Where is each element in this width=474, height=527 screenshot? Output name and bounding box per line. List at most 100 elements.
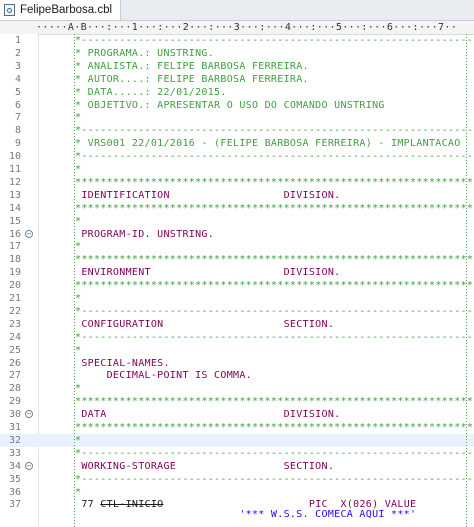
- code-line[interactable]: 35 *-------------------------------------…: [0, 473, 474, 486]
- code-line[interactable]: 6 * OBJETIVO.: APRESENTAR O USO DO COMAND…: [0, 99, 474, 112]
- line-number: 17: [8, 241, 21, 253]
- code-line[interactable]: 18 **************************************…: [0, 253, 474, 266]
- line-content: ****************************************…: [75, 202, 474, 214]
- line-number: 1: [14, 35, 21, 46]
- code-line[interactable]: 17 *: [0, 240, 474, 253]
- line-number: 23: [8, 318, 21, 330]
- line-content: * DATA.....: 22/01/2015.: [75, 86, 227, 98]
- line-number: 10: [8, 151, 21, 163]
- code-line[interactable]: 24 *-------------------------------------…: [0, 331, 474, 344]
- line-content: *: [75, 486, 82, 498]
- code-line[interactable]: 4 * AUTOR....: FELIPE BARBOSA FERREIRA.: [0, 73, 474, 86]
- line-content: *---------------------------------------…: [75, 447, 474, 459]
- code-line[interactable]: 34− WORKING-STORAGE SECTION.: [0, 460, 474, 473]
- line-content: *: [75, 215, 82, 227]
- line-number: 9: [14, 138, 21, 150]
- code-line[interactable]: 26 SPECIAL-NAMES.: [0, 357, 474, 370]
- line-number: 4: [14, 73, 21, 85]
- line-content: WORKING-STORAGE SECTION.: [75, 460, 335, 472]
- line-number: 26: [8, 357, 21, 369]
- cobol-file-icon: [4, 4, 15, 16]
- code-line[interactable]: 3 * ANALISTA.: FELIPE BARBOSA FERREIRA.: [0, 60, 474, 73]
- code-line[interactable]: 1 *--------------------------------------…: [0, 34, 474, 47]
- line-number: 6: [14, 99, 21, 111]
- code-line[interactable]: 12 **************************************…: [0, 176, 474, 189]
- line-content: *---------------------------------------…: [75, 331, 474, 343]
- line-content: SPECIAL-NAMES.: [75, 357, 170, 369]
- code-line[interactable]: 27 DECIMAL-POINT IS COMMA.: [0, 369, 474, 382]
- code-line[interactable]: 5 * DATA.....: 22/01/2015.: [0, 86, 474, 99]
- code-line[interactable]: 23 CONFIGURATION SECTION.: [0, 318, 474, 331]
- code-line[interactable]: 19 ENVIRONMENT DIVISION.: [0, 266, 474, 279]
- line-number: 5: [14, 86, 21, 98]
- code-line[interactable]: 36 *: [0, 486, 474, 499]
- code-line[interactable]: 10 *-------------------------------------…: [0, 150, 474, 163]
- line-number: 12: [8, 176, 21, 188]
- code-line[interactable]: 15 *: [0, 215, 474, 228]
- line-content: * VRS001 22/01/2016 - (FELIPE BARBOSA FE…: [75, 138, 461, 150]
- code-line[interactable]: 32 *: [0, 433, 474, 447]
- line-number: 28: [8, 383, 21, 395]
- code-line[interactable]: 31 **************************************…: [0, 421, 474, 434]
- code-line[interactable]: '*** W.S.S. COMECA AQUI ***': [0, 508, 474, 521]
- code-line[interactable]: 20 **************************************…: [0, 279, 474, 292]
- code-line[interactable]: 16− PROGRAM-ID. UNSTRING.: [0, 228, 474, 241]
- line-content: *---------------------------------------…: [75, 473, 474, 485]
- line-number: 21: [8, 293, 21, 304]
- line-number: 36: [8, 486, 21, 498]
- line-number: 33: [8, 447, 21, 459]
- line-content: *: [75, 164, 82, 175]
- code-line[interactable]: 29 **************************************…: [0, 395, 474, 408]
- line-number: 29: [8, 396, 21, 408]
- line-number: 30: [8, 409, 21, 421]
- line-content: ****************************************…: [75, 254, 474, 266]
- code-line[interactable]: 2 * PROGRAMA.: UNSTRING.: [0, 47, 474, 60]
- line-content: '*** W.S.S. COMECA AQUI ***': [75, 509, 417, 521]
- line-number: 16: [8, 228, 21, 240]
- line-number: 8: [14, 125, 21, 137]
- line-number: 20: [8, 280, 21, 292]
- line-number: 32: [8, 434, 21, 446]
- line-content: *---------------------------------------…: [75, 305, 474, 317]
- line-number: 24: [8, 331, 21, 343]
- line-number: 3: [14, 60, 21, 72]
- code-line[interactable]: 22 *-------------------------------------…: [0, 305, 474, 318]
- line-content: ****************************************…: [75, 422, 474, 433]
- line-number: 19: [8, 267, 21, 279]
- code-line[interactable]: 25 *: [0, 344, 474, 357]
- line-number: 34: [8, 460, 21, 472]
- line-number: 15: [8, 215, 21, 227]
- code-line[interactable]: 9 * VRS001 22/01/2016 - (FELIPE BARBOSA F…: [0, 137, 474, 150]
- code-line[interactable]: 8 *--------------------------------------…: [0, 124, 474, 137]
- line-content: ENVIRONMENT DIVISION.: [75, 267, 341, 279]
- code-line[interactable]: 13 IDENTIFICATION DIVISION.: [0, 189, 474, 202]
- ruler-marks: ·····A·B···:···1···:···2···:···3···:···4…: [36, 22, 458, 33]
- line-number: 31: [8, 422, 21, 433]
- code-line[interactable]: 30− DATA DIVISION.: [0, 408, 474, 421]
- code-line[interactable]: 33 *-------------------------------------…: [0, 447, 474, 460]
- code-line[interactable]: 28 *: [0, 382, 474, 395]
- line-content: *: [75, 241, 82, 253]
- fold-toggle-icon[interactable]: −: [25, 461, 33, 470]
- fold-toggle-icon[interactable]: −: [25, 410, 33, 419]
- line-content: * ANALISTA.: FELIPE BARBOSA FERREIRA.: [75, 60, 309, 72]
- code-line[interactable]: 7 *: [0, 111, 474, 124]
- fold-toggle-icon[interactable]: −: [25, 229, 33, 238]
- code-line[interactable]: 14 **************************************…: [0, 202, 474, 215]
- editor-tab[interactable]: FelipeBarbosa.cbl: [0, 0, 122, 20]
- code-line[interactable]: 11 *: [0, 163, 474, 176]
- line-number: 13: [8, 189, 21, 201]
- line-content: *: [75, 434, 82, 446]
- line-content: *---------------------------------------…: [75, 35, 474, 46]
- line-number: 18: [8, 254, 21, 266]
- line-content: *: [75, 112, 82, 124]
- line-number: 11: [8, 164, 21, 175]
- line-number: 22: [8, 305, 21, 317]
- tab-title: FelipeBarbosa.cbl: [20, 4, 113, 16]
- line-content: *---------------------------------------…: [75, 125, 474, 137]
- line-content: PROGRAM-ID. UNSTRING.: [75, 228, 215, 240]
- line-content: IDENTIFICATION DIVISION.: [75, 189, 341, 201]
- line-content: * AUTOR....: FELIPE BARBOSA FERREIRA.: [75, 73, 309, 85]
- code-editor[interactable]: 1 *--------------------------------------…: [0, 34, 474, 527]
- code-line[interactable]: 21 *: [0, 292, 474, 305]
